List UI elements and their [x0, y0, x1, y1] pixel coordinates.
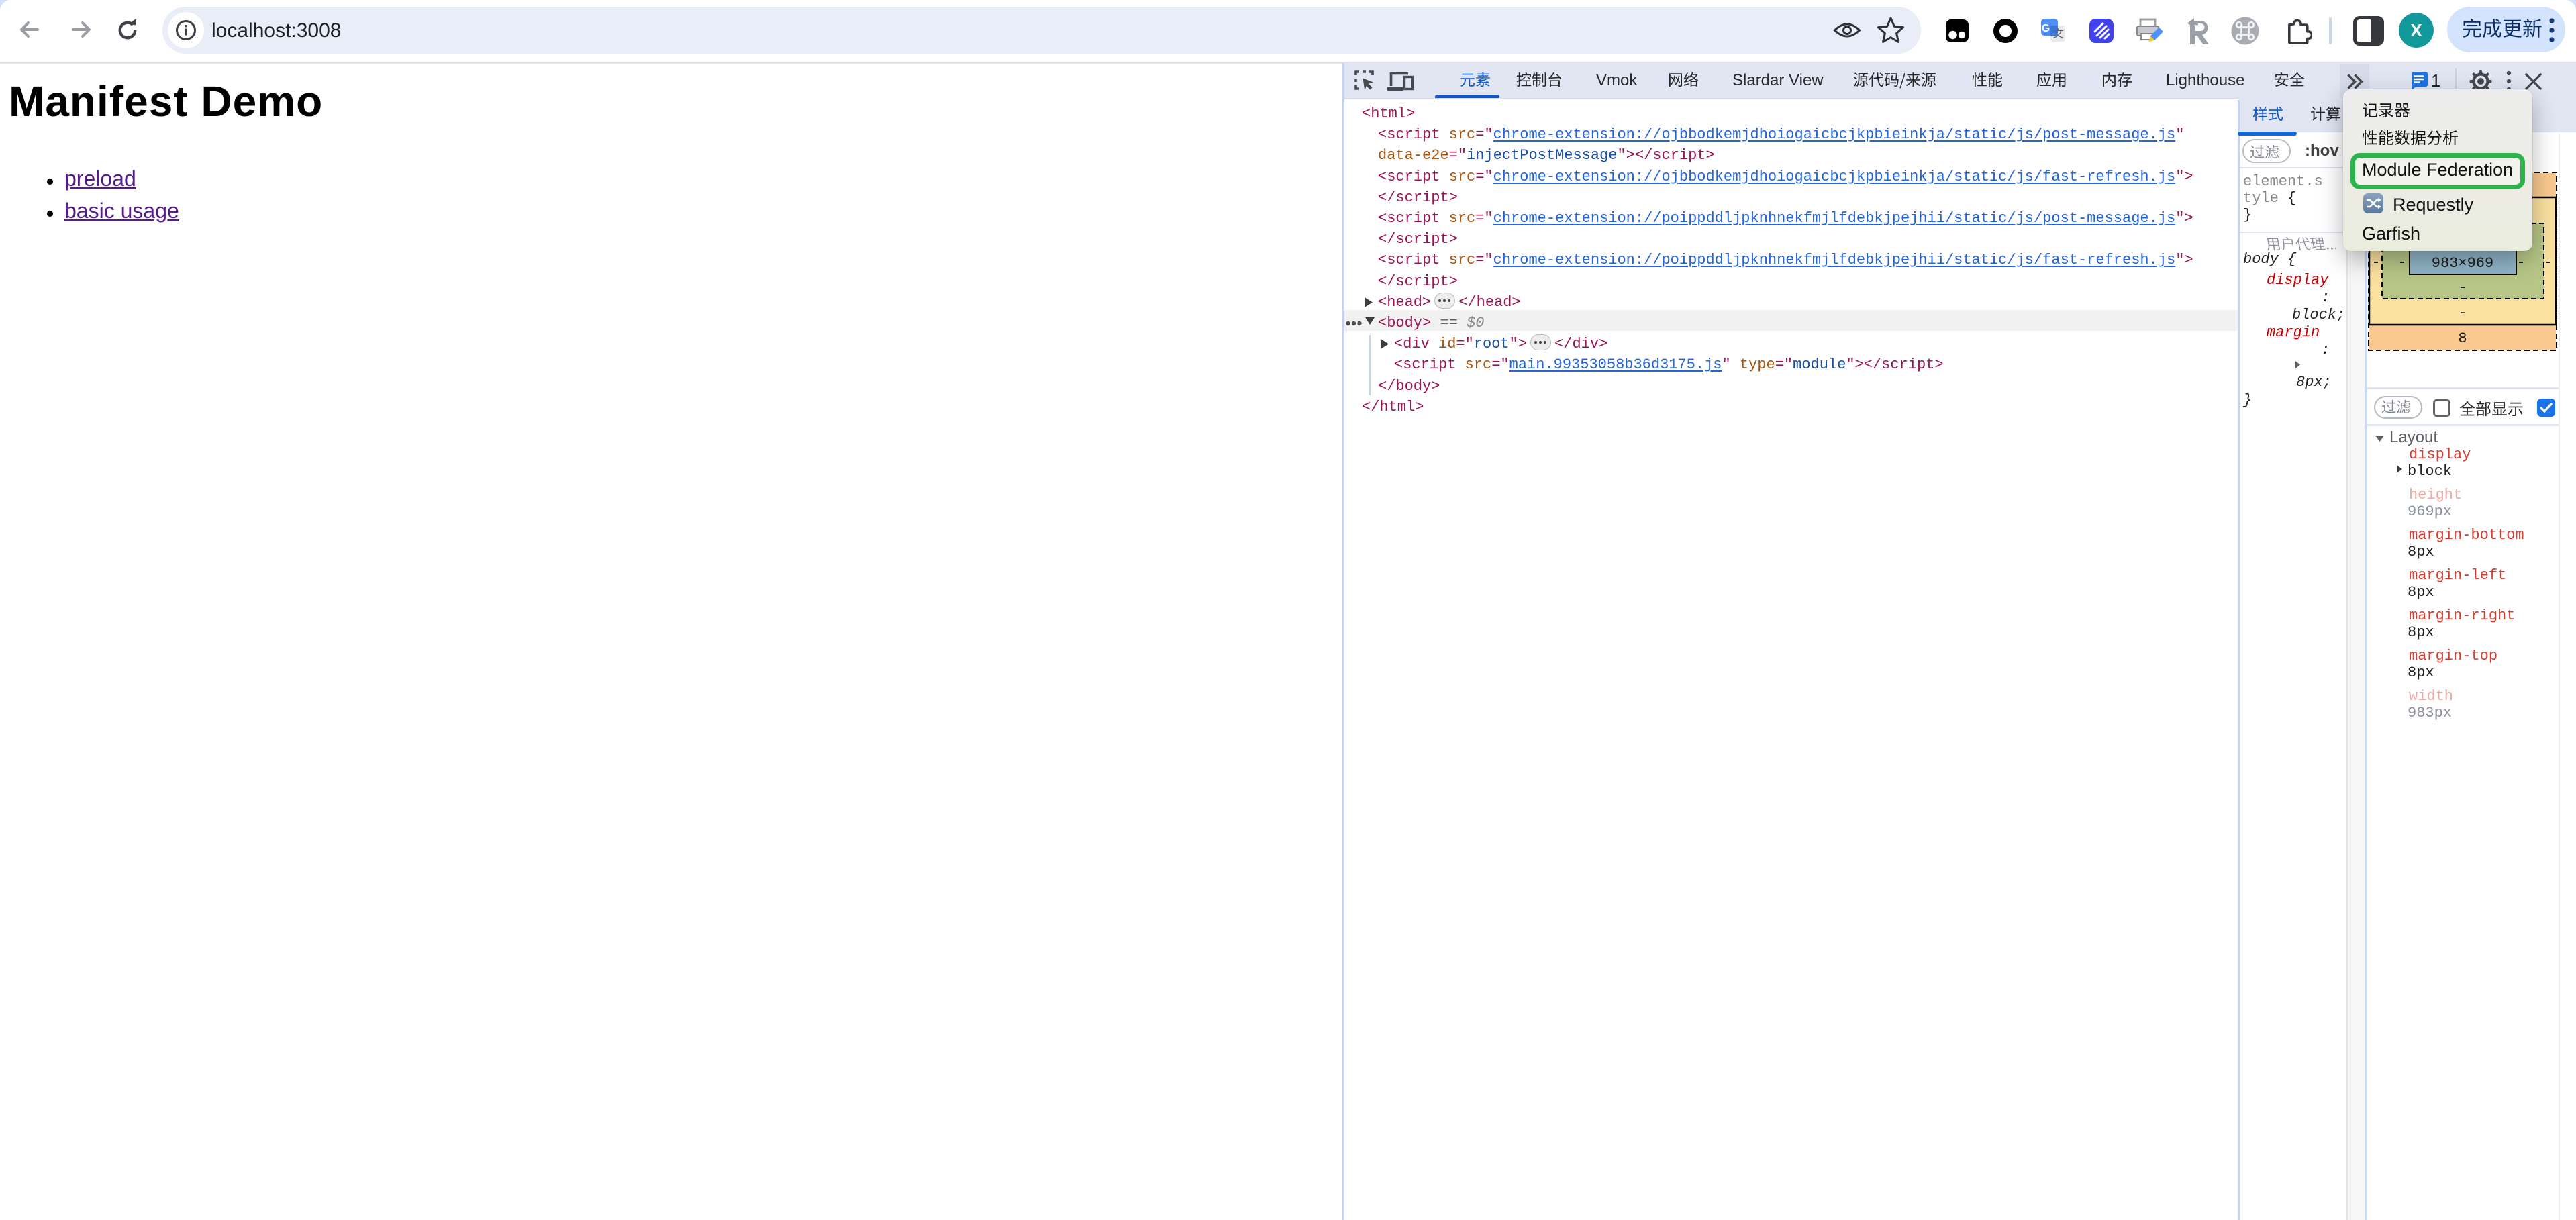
- svg-text:983×969: 983×969: [2432, 255, 2493, 272]
- svg-text:-: -: [2397, 254, 2406, 271]
- svg-text:-: -: [2458, 279, 2467, 296]
- svg-text:8: 8: [2458, 330, 2467, 347]
- svg-text:-: -: [2458, 305, 2467, 321]
- svg-text:-: -: [2371, 254, 2380, 271]
- svg-text:-: -: [2544, 254, 2553, 271]
- svg-text:-: -: [2516, 254, 2525, 271]
- svg-text:G: G: [2042, 23, 2050, 34]
